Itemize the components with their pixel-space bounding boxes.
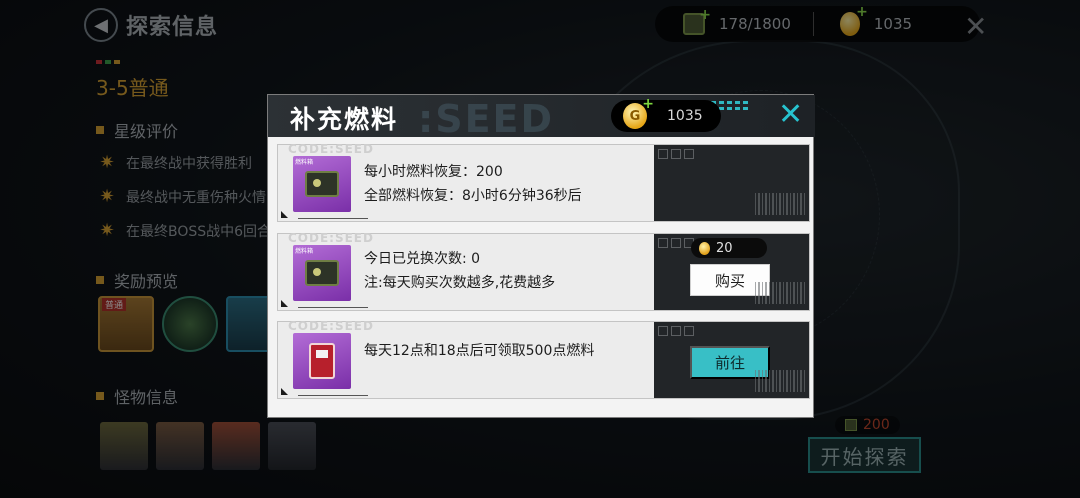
fuel-pump-thumbnail bbox=[293, 333, 351, 389]
exchange-note-text: 注:每天购买次数越多,花费越多 bbox=[364, 275, 556, 291]
deco-boxes bbox=[658, 238, 694, 248]
code-watermark: CODE:SEED bbox=[288, 231, 374, 245]
free-claim-text: 每天12点和18点后可领取500点燃料 bbox=[364, 343, 595, 359]
option-free-claim: CODE:SEED 每天12点和18点后可领取500点燃料 前往 bbox=[277, 319, 810, 399]
corner-mark bbox=[281, 388, 288, 395]
option-side-panel bbox=[654, 145, 809, 221]
thumb-underline bbox=[298, 218, 368, 219]
barcode-decoration bbox=[755, 282, 805, 304]
thumb-underline bbox=[298, 395, 368, 396]
barcode-decoration bbox=[755, 193, 805, 215]
coin-icon[interactable]: G + bbox=[623, 96, 654, 129]
fuel-can-icon bbox=[305, 260, 339, 286]
thumb-tag: 燃料箱 bbox=[295, 248, 314, 255]
corner-mark bbox=[281, 211, 288, 218]
recovery-rate-text: 每小时燃料恢复：200 bbox=[364, 164, 503, 180]
fuel-box-thumbnail: 燃料箱 bbox=[293, 156, 351, 212]
thumb-tag: 燃料箱 bbox=[295, 159, 314, 166]
corner-mark bbox=[281, 300, 288, 307]
header-watermark: :SEED bbox=[418, 97, 555, 137]
deco-boxes bbox=[658, 149, 694, 159]
dialog-header: :SEED 补充燃料 G + 1035 ✕ bbox=[268, 95, 815, 137]
dialog-title: 补充燃料 bbox=[290, 105, 399, 134]
coin-icon bbox=[699, 241, 710, 255]
coin-balance-value: 1035 bbox=[667, 108, 703, 124]
price-tag: 20 bbox=[691, 238, 767, 258]
code-watermark: CODE:SEED bbox=[288, 142, 374, 156]
thumb-underline bbox=[298, 307, 368, 308]
option-side-panel: 前往 bbox=[654, 322, 809, 398]
exchange-count-text: 今日已兑换次数: 0 bbox=[364, 251, 481, 267]
price-value: 20 bbox=[716, 240, 733, 256]
close-icon[interactable]: ✕ bbox=[778, 99, 803, 131]
deco-boxes bbox=[658, 326, 694, 336]
option-purchase: CODE:SEED 燃料箱 今日已兑换次数: 0 注:每天购买次数越多,花费越多… bbox=[277, 231, 810, 311]
code-watermark: CODE:SEED bbox=[288, 319, 374, 333]
fuel-can-icon bbox=[305, 171, 339, 197]
barcode-decoration bbox=[755, 370, 805, 392]
fuel-pump-icon bbox=[309, 343, 335, 379]
refuel-dialog: :SEED 补充燃料 G + 1035 ✕ CODE:SEED 燃料箱 每小时燃料… bbox=[267, 94, 815, 418]
coin-balance: G + 1035 bbox=[611, 96, 721, 132]
option-side-panel: 20 购买 bbox=[654, 234, 809, 310]
full-recovery-text: 全部燃料恢复：8小时6分钟36秒后 bbox=[364, 188, 582, 204]
fuel-box-thumbnail: 燃料箱 bbox=[293, 245, 351, 301]
option-recovery: CODE:SEED 燃料箱 每小时燃料恢复：200 全部燃料恢复：8小时6分钟3… bbox=[277, 142, 810, 222]
